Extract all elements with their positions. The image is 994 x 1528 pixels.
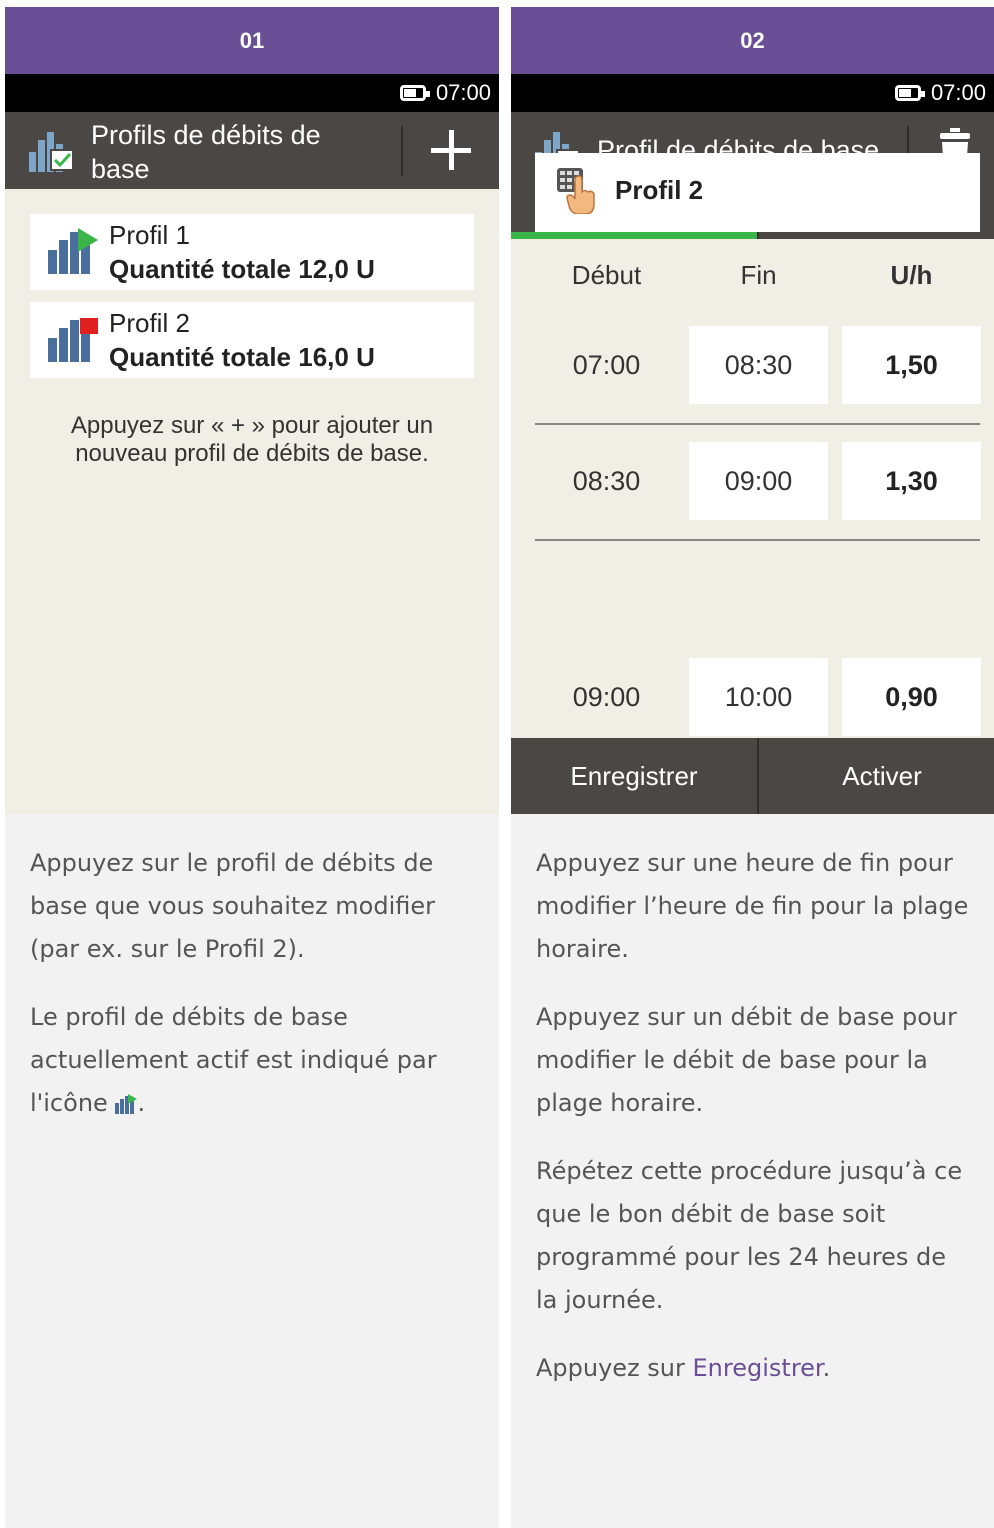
column-header-start: Début bbox=[571, 260, 642, 290]
segment-start: 07:00 bbox=[572, 349, 641, 380]
status-time: 07:00 bbox=[435, 80, 491, 105]
row-divider bbox=[535, 539, 980, 541]
profile-card-2[interactable]: Profil 2 Quantité totale 16,0 U bbox=[30, 302, 474, 378]
segment-end-field[interactable]: 10:00 bbox=[689, 658, 828, 736]
row-divider bbox=[535, 423, 980, 425]
inactive-profile-icon bbox=[48, 318, 98, 362]
device-screen: 07:00 Profils de débits de base Profil 1… bbox=[5, 74, 499, 814]
step-number: 02 bbox=[511, 7, 994, 74]
column-header-rate: U/h bbox=[890, 260, 933, 290]
status-time: 07:00 bbox=[930, 80, 986, 105]
description-paragraph: Appuyez sur Enregistrer. bbox=[536, 1354, 831, 1382]
action-bar: Enregistrer Activer bbox=[511, 738, 994, 814]
profile-quantity: Quantité totale 12,0 U bbox=[109, 254, 375, 284]
keypad-hand-icon bbox=[557, 168, 595, 214]
add-profile-button[interactable] bbox=[431, 130, 471, 170]
segment-rate-field[interactable]: 0,90 bbox=[842, 658, 981, 736]
segment-end-field[interactable]: 09:00 bbox=[689, 442, 828, 520]
segment-start: 09:00 bbox=[572, 681, 641, 712]
active-profile-icon bbox=[48, 228, 98, 274]
status-bar: 07:00 bbox=[5, 74, 499, 112]
save-button[interactable]: Enregistrer bbox=[511, 738, 757, 814]
screen-title: Profils de débits de base bbox=[91, 120, 321, 184]
title-bar: Profils de débits de base bbox=[5, 112, 499, 189]
battery-icon bbox=[894, 85, 925, 101]
profile-quantity: Quantité totale 16,0 U bbox=[109, 342, 375, 372]
step-panel-1: 01 07:00 Profils de débits de base Profi… bbox=[5, 7, 499, 1528]
step-number: 01 bbox=[5, 7, 499, 74]
save-link[interactable]: Enregistrer bbox=[693, 1354, 823, 1382]
segment-rate-field[interactable]: 1,30 bbox=[842, 442, 981, 520]
description-paragraph: Appuyez sur une heure de fin pour modifi… bbox=[536, 849, 969, 963]
description-paragraph: Répétez cette procédure jusqu’à ce que l… bbox=[536, 1157, 963, 1314]
description-paragraph: Le profil de débits de base actuellement… bbox=[30, 1003, 437, 1117]
profile-name: Profil 1 bbox=[109, 220, 190, 250]
battery-icon bbox=[399, 85, 430, 101]
segment-start: 08:30 bbox=[572, 465, 641, 496]
profile-name-field[interactable]: Profil 2 bbox=[535, 153, 980, 232]
segment-rate-field[interactable]: 1,50 bbox=[842, 326, 981, 404]
basal-profile-icon bbox=[29, 132, 74, 172]
add-profile-hint: Appuyez sur « + » pour ajouter un nouvea… bbox=[70, 412, 434, 467]
step-description: Appuyez sur une heure de fin pour modifi… bbox=[511, 814, 994, 1390]
description-paragraph: Appuyez sur un débit de base pour modifi… bbox=[536, 1003, 957, 1117]
profile-name: Profil 2 bbox=[615, 175, 704, 205]
status-bar: 07:00 bbox=[511, 74, 994, 112]
profile-name: Profil 2 bbox=[109, 308, 190, 338]
active-profile-icon bbox=[115, 1094, 138, 1114]
description-paragraph: Appuyez sur le profil de débits de base … bbox=[30, 849, 436, 963]
column-header-end: Fin bbox=[740, 260, 777, 290]
activate-button[interactable]: Activer bbox=[759, 738, 994, 814]
profile-card-1[interactable]: Profil 1 Quantité totale 12,0 U bbox=[30, 214, 474, 290]
title-divider bbox=[401, 126, 403, 176]
step-description: Appuyez sur le profil de débits de base … bbox=[5, 814, 499, 1125]
segment-end-field[interactable]: 08:30 bbox=[689, 326, 828, 404]
step-panel-2: 02 07:00 Profil de débits de base Profil… bbox=[511, 7, 994, 1528]
device-screen: 07:00 Profil de débits de base Profil 2 … bbox=[511, 74, 994, 814]
